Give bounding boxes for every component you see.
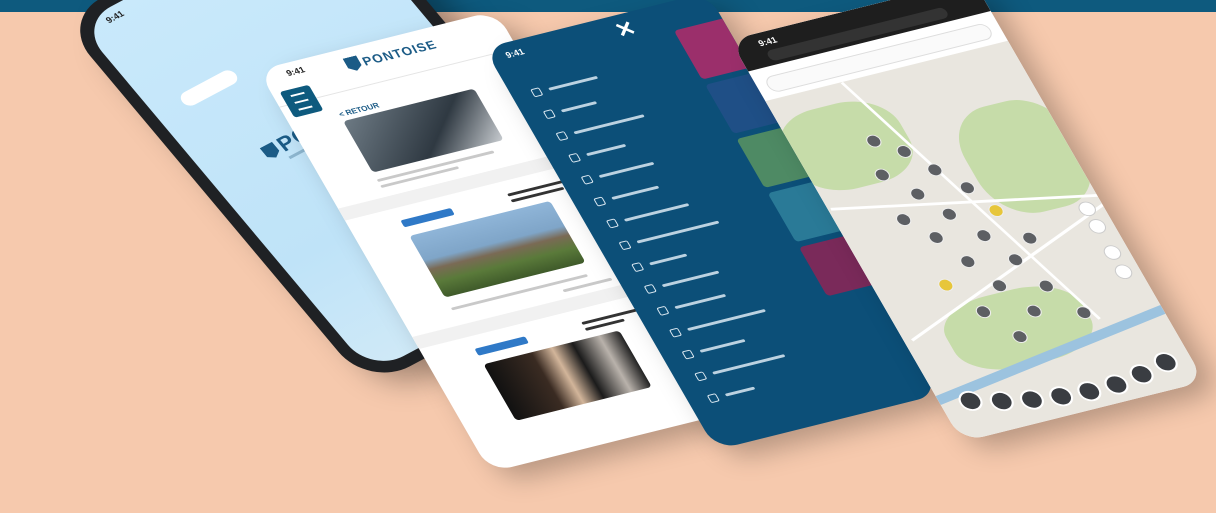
date-badge bbox=[474, 336, 529, 356]
menu-item-icon bbox=[681, 349, 695, 360]
menu-item-icon bbox=[618, 240, 632, 251]
status-time: 9:41 bbox=[103, 8, 127, 26]
map-pin-icon[interactable] bbox=[957, 253, 979, 270]
pin-button[interactable] bbox=[1100, 372, 1133, 397]
phone-notch bbox=[147, 0, 268, 5]
info-button[interactable] bbox=[1125, 361, 1158, 387]
menu-item-icon bbox=[605, 218, 620, 229]
locate-button[interactable] bbox=[1100, 243, 1125, 262]
zoom-out-button[interactable] bbox=[1085, 217, 1110, 236]
date-badge bbox=[400, 207, 455, 228]
menu-item-icon bbox=[694, 371, 708, 382]
menu-item-icon bbox=[631, 262, 645, 273]
menu-item-icon bbox=[542, 109, 557, 120]
map-pin-icon[interactable] bbox=[973, 227, 995, 244]
download-button[interactable] bbox=[1073, 379, 1106, 404]
map-pin-icon[interactable] bbox=[907, 186, 929, 202]
status-time: 9:41 bbox=[756, 35, 779, 49]
menu-item-icon bbox=[580, 174, 594, 185]
cloud-icon bbox=[177, 67, 241, 109]
menu-item-icon bbox=[643, 283, 657, 294]
edit-button[interactable] bbox=[1044, 384, 1078, 409]
menu-item-icon bbox=[656, 305, 670, 316]
menu-item-icon bbox=[593, 196, 607, 207]
zoom-in-button[interactable] bbox=[1075, 199, 1100, 218]
map-pin-icon[interactable] bbox=[935, 277, 957, 293]
map-pin-icon[interactable] bbox=[1019, 230, 1041, 246]
status-time: 9:41 bbox=[503, 46, 527, 60]
map-pin-icon[interactable] bbox=[925, 229, 947, 246]
menu-item-icon bbox=[555, 130, 569, 142]
map-pin-icon[interactable] bbox=[1005, 251, 1026, 268]
menu-item-icon bbox=[706, 393, 721, 404]
more-button[interactable] bbox=[1149, 349, 1182, 375]
menu-item-icon bbox=[668, 327, 683, 338]
list-button[interactable] bbox=[985, 388, 1018, 414]
logo-text: PONTOISE bbox=[359, 36, 440, 68]
grid-button[interactable] bbox=[1015, 387, 1049, 412]
home-icon[interactable] bbox=[1111, 262, 1136, 281]
article-photo[interactable] bbox=[343, 88, 504, 173]
map-pin-icon[interactable] bbox=[939, 206, 960, 223]
menu-item-icon bbox=[567, 152, 582, 163]
map-pin-icon[interactable] bbox=[893, 211, 914, 228]
close-icon[interactable]: ✕ bbox=[610, 16, 641, 43]
showcase-stage: 9:41 PONTOISE bbox=[0, 0, 1216, 513]
menu-item-icon bbox=[530, 87, 544, 98]
